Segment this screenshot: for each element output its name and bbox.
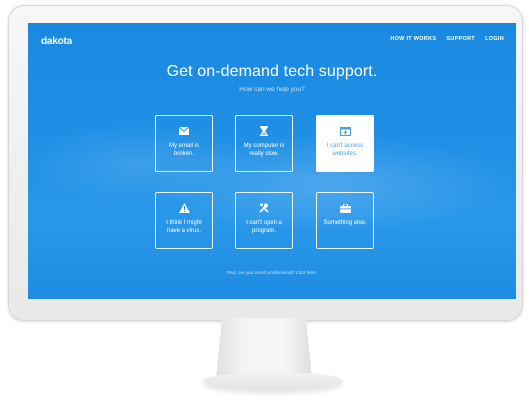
option-email[interactable]: My email is broken. [155,115,213,172]
option-virus[interactable]: I think I might have a virus. [155,192,213,249]
option-virus-label: I think I might have a virus. [166,220,202,234]
option-websites-label: I can't access websites. [326,143,364,157]
monitor-stand-neck [216,318,312,378]
browser-window-icon [317,126,373,136]
option-something-else[interactable]: Something else. [316,192,374,249]
nav-login[interactable]: LOGIN [485,36,504,42]
hourglass-icon [236,126,292,136]
option-slow-computer[interactable]: My computer is really slow. [235,115,293,172]
envelope-icon [156,126,212,136]
nav-support[interactable]: SUPPORT [446,36,475,42]
page-headline: Get on-demand tech support. [166,63,378,80]
page-subhead: How can we help you? [239,86,305,93]
option-email-label: My email is broken. [168,143,199,157]
tech-professional-link[interactable]: Psst, are you a tech professional? Click… [28,270,516,275]
option-something-else-label: Something else. [323,220,367,226]
tools-icon [236,203,292,213]
monitor-screen: dakota HOW IT WORKS SUPPORT LOGIN Get on… [28,23,516,299]
monitor-stand-base [203,372,343,390]
nav-how-it-works[interactable]: HOW IT WORKS [390,36,436,42]
option-websites[interactable]: I can't access websites. [316,115,374,172]
briefcase-icon [317,203,373,213]
option-program-label: I can't open a program. [246,220,282,234]
site-logo[interactable]: dakota [41,36,72,47]
option-slow-computer-label: My computer is really slow. [243,143,285,157]
option-program[interactable]: I can't open a program. [235,192,293,249]
top-nav: HOW IT WORKS SUPPORT LOGIN [390,36,504,42]
warning-triangle-icon [156,203,212,213]
